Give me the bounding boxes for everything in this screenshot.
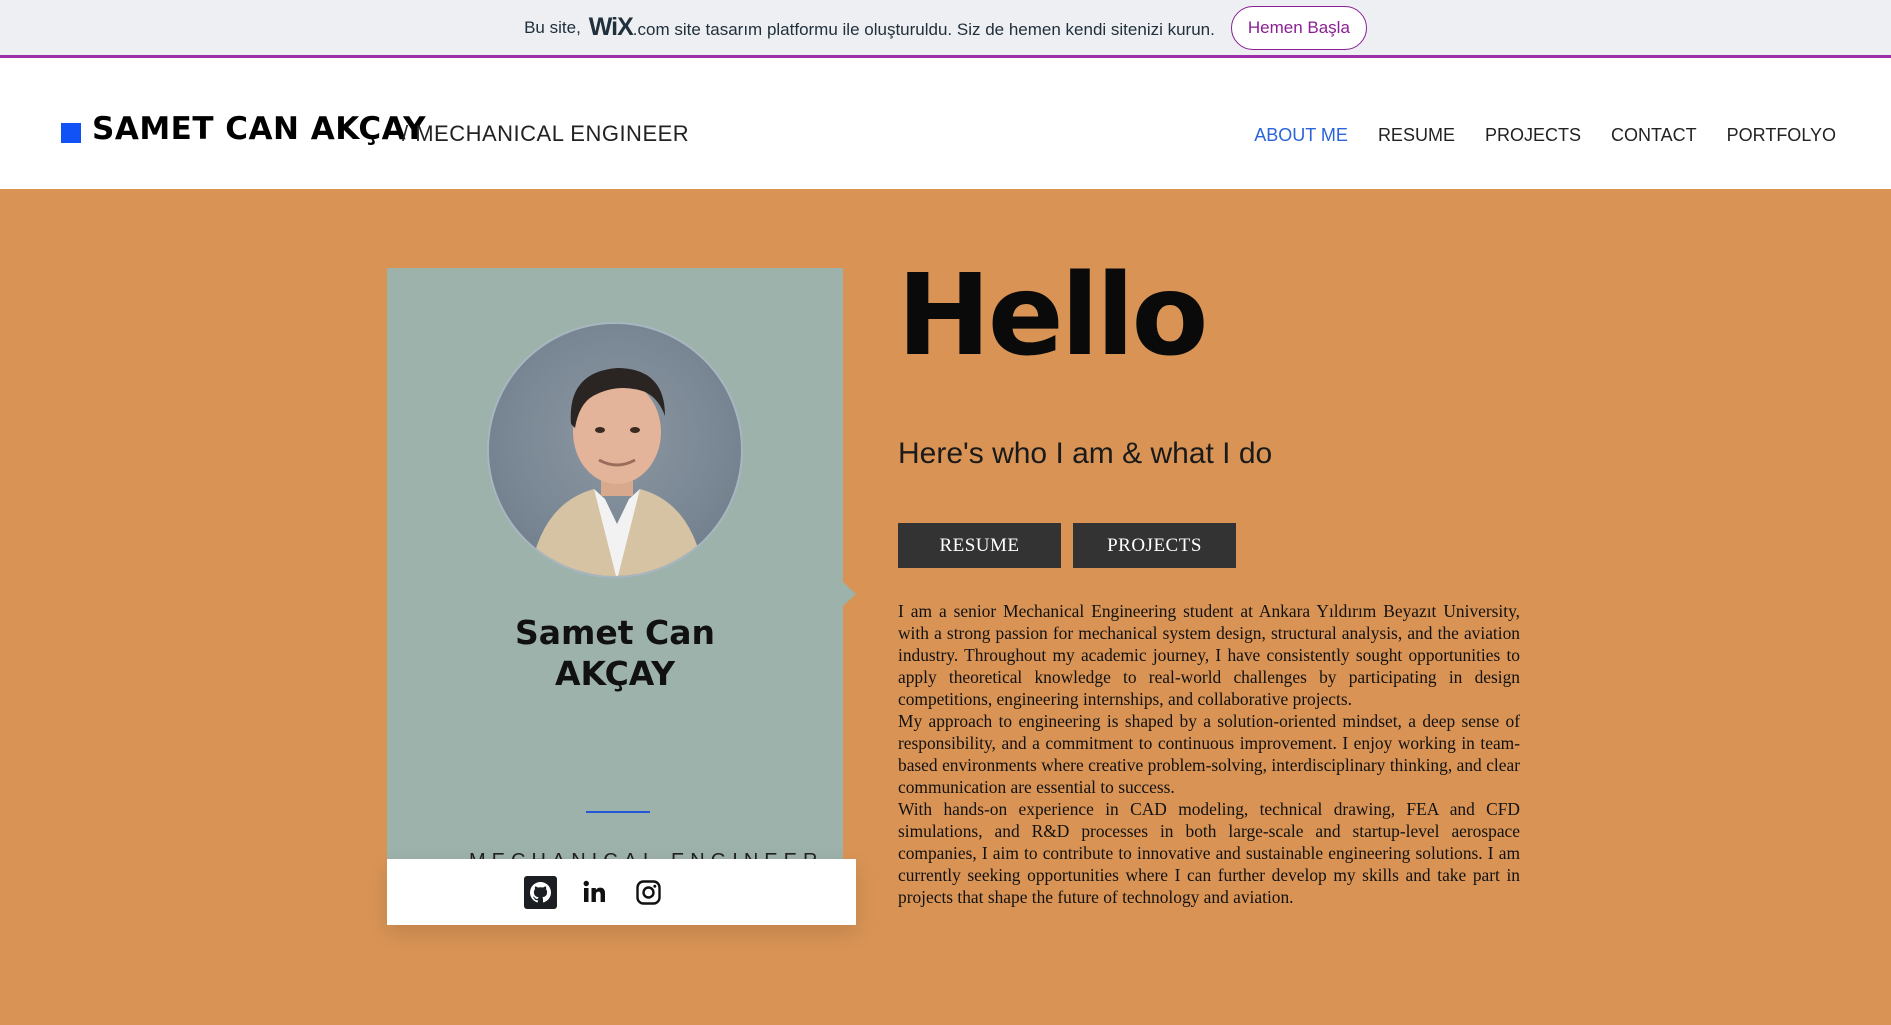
bio-paragraph: I am a senior Mechanical Engineering stu… [898, 601, 1520, 709]
nav-portfolyo[interactable]: PORTFOLYO [1727, 125, 1836, 146]
bio-text: I am a senior Mechanical Engineering stu… [898, 600, 1520, 908]
github-icon[interactable] [524, 875, 557, 909]
wix-promo-banner: Bu site, WiX .com site tasarım platformu… [0, 0, 1891, 58]
hemen-basla-button[interactable]: Hemen Başla [1230, 5, 1367, 50]
person-photo-icon [529, 368, 705, 576]
brand-subtitle: / MECHANICAL ENGINEER [402, 121, 690, 146]
about-section: Samet Can AKÇAY MECHANICAL ENGINEER [0, 189, 1891, 1025]
brand-name[interactable]: SAMET CAN AKÇAY [92, 111, 426, 147]
card-notch [843, 582, 856, 606]
site-header: SAMET CAN AKÇAY / MECHANICAL ENGINEER AB… [0, 61, 1891, 189]
profile-card: Samet Can AKÇAY MECHANICAL ENGINEER [387, 268, 843, 872]
nav-projects[interactable]: PROJECTS [1485, 125, 1581, 146]
linkedin-icon[interactable] [578, 876, 611, 909]
banner-text-after: .com site tasarım platformu ile oluşturu… [632, 20, 1215, 39]
nav-contact[interactable]: CONTACT [1611, 125, 1697, 146]
hero-tagline: Here's who I am & what I do [898, 437, 1273, 470]
profile-photo [487, 322, 743, 578]
resume-button[interactable]: RESUME [898, 523, 1061, 568]
banner-logo-group: WiX .com site tasarım platformu ile oluş… [589, 13, 1215, 42]
projects-button[interactable]: PROJECTS [1073, 523, 1236, 568]
main-nav: ABOUT ME RESUME PROJECTS CONTACT PORTFOL… [1254, 125, 1836, 146]
bio-paragraph: With hands-on experience in CAD modeling… [898, 799, 1520, 907]
social-bar [387, 859, 856, 925]
profile-name-line1: Samet Can [514, 613, 716, 652]
card-divider [586, 811, 650, 813]
banner-text-before: Bu site, [524, 17, 581, 37]
profile-name-line2: AKÇAY [554, 654, 676, 693]
hero-heading: Hello [897, 251, 1208, 381]
brand-square-icon [61, 123, 81, 143]
bio-paragraph: My approach to engineering is shaped by … [898, 711, 1520, 797]
nav-resume[interactable]: RESUME [1378, 125, 1455, 146]
profile-name: Samet Can AKÇAY [387, 612, 843, 694]
wix-logo: WiX [588, 13, 634, 41]
instagram-icon[interactable] [632, 876, 665, 909]
nav-about-me[interactable]: ABOUT ME [1254, 125, 1348, 146]
